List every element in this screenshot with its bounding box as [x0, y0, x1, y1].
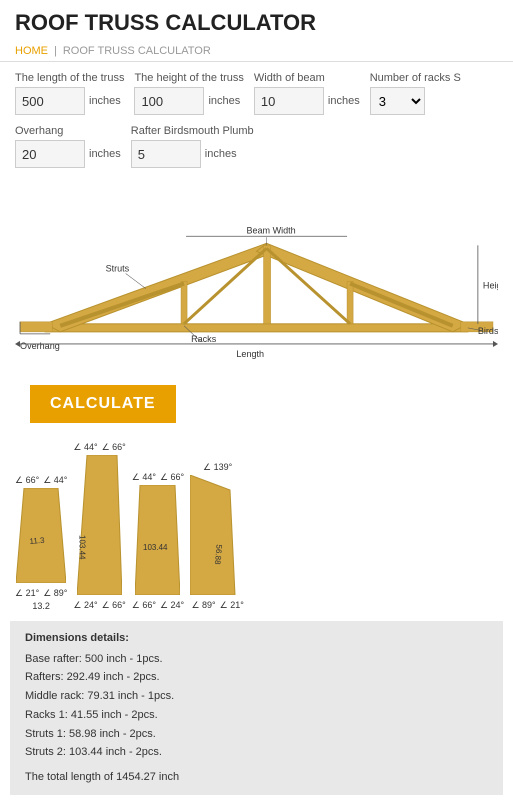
- truss-length-unit: inches: [89, 95, 121, 107]
- svg-text:Overhang: Overhang: [20, 341, 60, 351]
- breadcrumb: HOME | ROOF TRUSS CALCULATOR: [0, 41, 513, 62]
- svg-text:Struts: Struts: [106, 263, 130, 273]
- piece1-angle-top2: ∠ 44°: [43, 475, 67, 486]
- piece1-width: 13.2: [32, 601, 50, 611]
- breadcrumb-current: ROOF TRUSS CALCULATOR: [63, 45, 211, 57]
- truss-height-label: The height of the truss: [134, 72, 243, 84]
- rafter-unit: inches: [205, 148, 237, 160]
- rafters: Rafters: 292.49 inch - 2pcs.: [25, 668, 488, 687]
- piece4-angle-bottom1: ∠ 89°: [191, 600, 215, 611]
- lumber-piece-4: ∠ 139° 56.88 ∠ 89° ∠ 21°: [190, 462, 245, 611]
- svg-text:103.44: 103.44: [78, 535, 87, 560]
- piece2-angle-bottom2: ∠ 66°: [102, 600, 126, 611]
- piece3-angle-bottom1: ∠ 66°: [132, 600, 156, 611]
- svg-text:Racks: Racks: [191, 334, 217, 344]
- struts-1: Struts 1: 58.98 inch - 2pcs.: [25, 725, 488, 744]
- piece4-angle-bottom2: ∠ 21°: [220, 600, 244, 611]
- svg-text:103.44: 103.44: [143, 543, 168, 552]
- lumber-piece-2: ∠ 44° ∠ 66° 103.44 ∠ 24° ∠ 66°: [73, 442, 125, 611]
- page-title: ROOF TRUSS CALCULATOR: [15, 10, 498, 36]
- truss-height-group: The height of the truss inches: [134, 72, 243, 115]
- piece2-angle-top1: ∠ 44°: [73, 442, 97, 453]
- dimensions-section: Dimensions details: Base rafter: 500 inc…: [10, 621, 503, 795]
- piece3-angle-bottom2: ∠ 24°: [160, 600, 184, 611]
- beam-width-label: Width of beam: [254, 72, 360, 84]
- struts-2: Struts 2: 103.44 inch - 2pcs.: [25, 743, 488, 762]
- truss-length-input[interactable]: [15, 87, 85, 115]
- breadcrumb-separator: |: [54, 45, 57, 57]
- piece2-angle-top2: ∠ 66°: [102, 442, 126, 453]
- piece3-angle-top1: ∠ 44°: [132, 472, 156, 483]
- svg-text:Height: Height: [483, 281, 498, 291]
- truss-length-group: The length of the truss inches: [15, 72, 124, 115]
- overhang-input[interactable]: [15, 140, 85, 168]
- overhang-unit: inches: [89, 148, 121, 160]
- svg-text:11.3: 11.3: [29, 536, 45, 546]
- lumber-piece-1: ∠ 66° ∠ 44° 11.3 ∠ 21° ∠ 89° 13.2: [15, 475, 67, 611]
- piece1-angle-bottom2: ∠ 89°: [43, 588, 67, 599]
- dimensions-title: Dimensions details:: [25, 629, 488, 648]
- racks-label: Number of racks S: [370, 72, 461, 84]
- svg-text:Birdsmouth: Birdsmouth: [478, 326, 498, 336]
- racks-1: Racks 1: 41.55 inch - 2pcs.: [25, 706, 488, 725]
- piece3-angle-top2: ∠ 66°: [160, 472, 184, 483]
- svg-text:56.88: 56.88: [213, 544, 224, 565]
- rafter-input[interactable]: [131, 140, 201, 168]
- piece1-angle-bottom1: ∠ 21°: [15, 588, 39, 599]
- truss-diagram-section: Beam Width Height Birdsmouth Overhang St…: [0, 188, 513, 372]
- truss-height-unit: inches: [208, 95, 240, 107]
- overhang-group: Overhang inches: [15, 125, 121, 168]
- base-rafter: Base rafter: 500 inch - 1pcs.: [25, 650, 488, 669]
- piece2-angle-bottom1: ∠ 24°: [73, 600, 97, 611]
- total-length: The total length of 1454.27 inch: [25, 768, 488, 787]
- truss-length-label: The length of the truss: [15, 72, 124, 84]
- input-form: The length of the truss inches The heigh…: [0, 62, 513, 188]
- lumber-piece-3: ∠ 44° ∠ 66° 103.44 ∠ 66° ∠ 24°: [132, 472, 184, 611]
- piece4-angle-top: ∠ 139°: [203, 462, 232, 472]
- beam-width-input[interactable]: [254, 87, 324, 115]
- racks-group: Number of racks S 3 4 5: [370, 72, 461, 115]
- rafter-group: Rafter Birdsmouth Plumb inches: [131, 125, 254, 168]
- svg-text:Length: Length: [236, 349, 264, 359]
- racks-select[interactable]: 3 4 5: [370, 87, 425, 115]
- rafter-label: Rafter Birdsmouth Plumb: [131, 125, 254, 137]
- overhang-label: Overhang: [15, 125, 121, 137]
- piece1-angle-top1: ∠ 66°: [15, 475, 39, 486]
- breadcrumb-home[interactable]: HOME: [15, 45, 48, 57]
- truss-height-input[interactable]: [134, 87, 204, 115]
- beam-width-unit: inches: [328, 95, 360, 107]
- calculate-button[interactable]: CALCULATE: [30, 385, 176, 423]
- beam-width-group: Width of beam inches: [254, 72, 360, 115]
- middle-rack: Middle rack: 79.31 inch - 1pcs.: [25, 687, 488, 706]
- svg-text:Beam Width: Beam Width: [246, 225, 295, 235]
